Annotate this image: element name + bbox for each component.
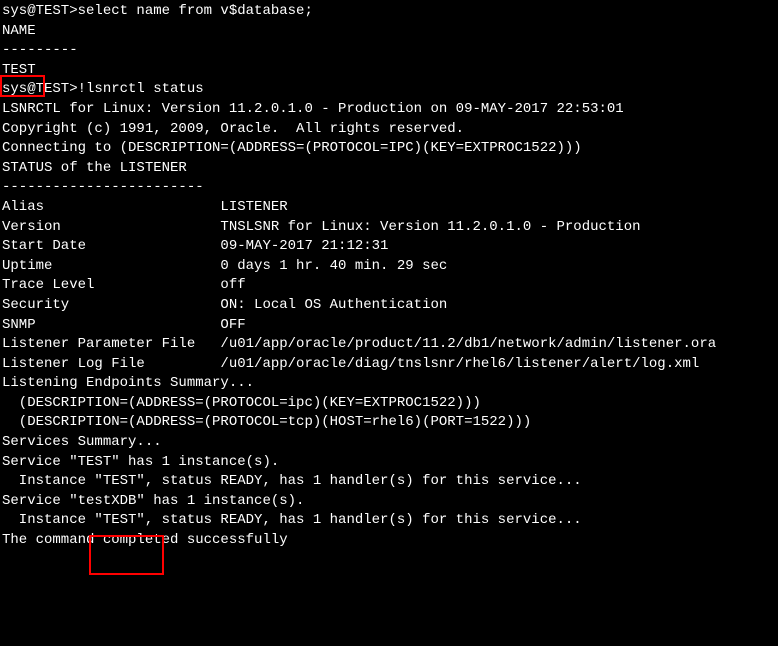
terminal-line: SNMP OFF bbox=[2, 316, 776, 336]
terminal-line: LSNRCTL for Linux: Version 11.2.0.1.0 - … bbox=[2, 100, 776, 120]
terminal-line: Start Date 09-MAY-2017 21:12:31 bbox=[2, 237, 776, 257]
terminal-line: NAME bbox=[2, 22, 776, 42]
terminal-line: Uptime 0 days 1 hr. 40 min. 29 sec bbox=[2, 257, 776, 277]
terminal-line: --------- bbox=[2, 41, 776, 61]
terminal-line: Services Summary... bbox=[2, 433, 776, 453]
terminal-line: (DESCRIPTION=(ADDRESS=(PROTOCOL=tcp)(HOS… bbox=[2, 413, 776, 433]
terminal-line: Copyright (c) 1991, 2009, Oracle. All ri… bbox=[2, 120, 776, 140]
terminal-line: sys@TEST>!lsnrctl status bbox=[2, 80, 776, 100]
terminal-line: Listening Endpoints Summary... bbox=[2, 374, 776, 394]
terminal-output: sys@TEST>select name from v$database; NA… bbox=[2, 2, 776, 551]
terminal-line: The command completed successfully bbox=[2, 531, 776, 551]
terminal-line: Listener Parameter File /u01/app/oracle/… bbox=[2, 335, 776, 355]
terminal-line: Instance "TEST", status READY, has 1 han… bbox=[2, 511, 776, 531]
terminal-line: TEST bbox=[2, 61, 776, 81]
terminal-line: Listener Log File /u01/app/oracle/diag/t… bbox=[2, 355, 776, 375]
terminal-line: Service "TEST" has 1 instance(s). bbox=[2, 453, 776, 473]
terminal-line: Service "testXDB" has 1 instance(s). bbox=[2, 492, 776, 512]
terminal-line: Trace Level off bbox=[2, 276, 776, 296]
terminal-line: Alias LISTENER bbox=[2, 198, 776, 218]
terminal-line: (DESCRIPTION=(ADDRESS=(PROTOCOL=ipc)(KEY… bbox=[2, 394, 776, 414]
terminal-line: ------------------------ bbox=[2, 178, 776, 198]
terminal-line: Connecting to (DESCRIPTION=(ADDRESS=(PRO… bbox=[2, 139, 776, 159]
terminal-line: Instance "TEST", status READY, has 1 han… bbox=[2, 472, 776, 492]
terminal-line: sys@TEST>select name from v$database; bbox=[2, 2, 776, 22]
terminal-line: Security ON: Local OS Authentication bbox=[2, 296, 776, 316]
terminal-line: STATUS of the LISTENER bbox=[2, 159, 776, 179]
terminal-line: Version TNSLSNR for Linux: Version 11.2.… bbox=[2, 218, 776, 238]
